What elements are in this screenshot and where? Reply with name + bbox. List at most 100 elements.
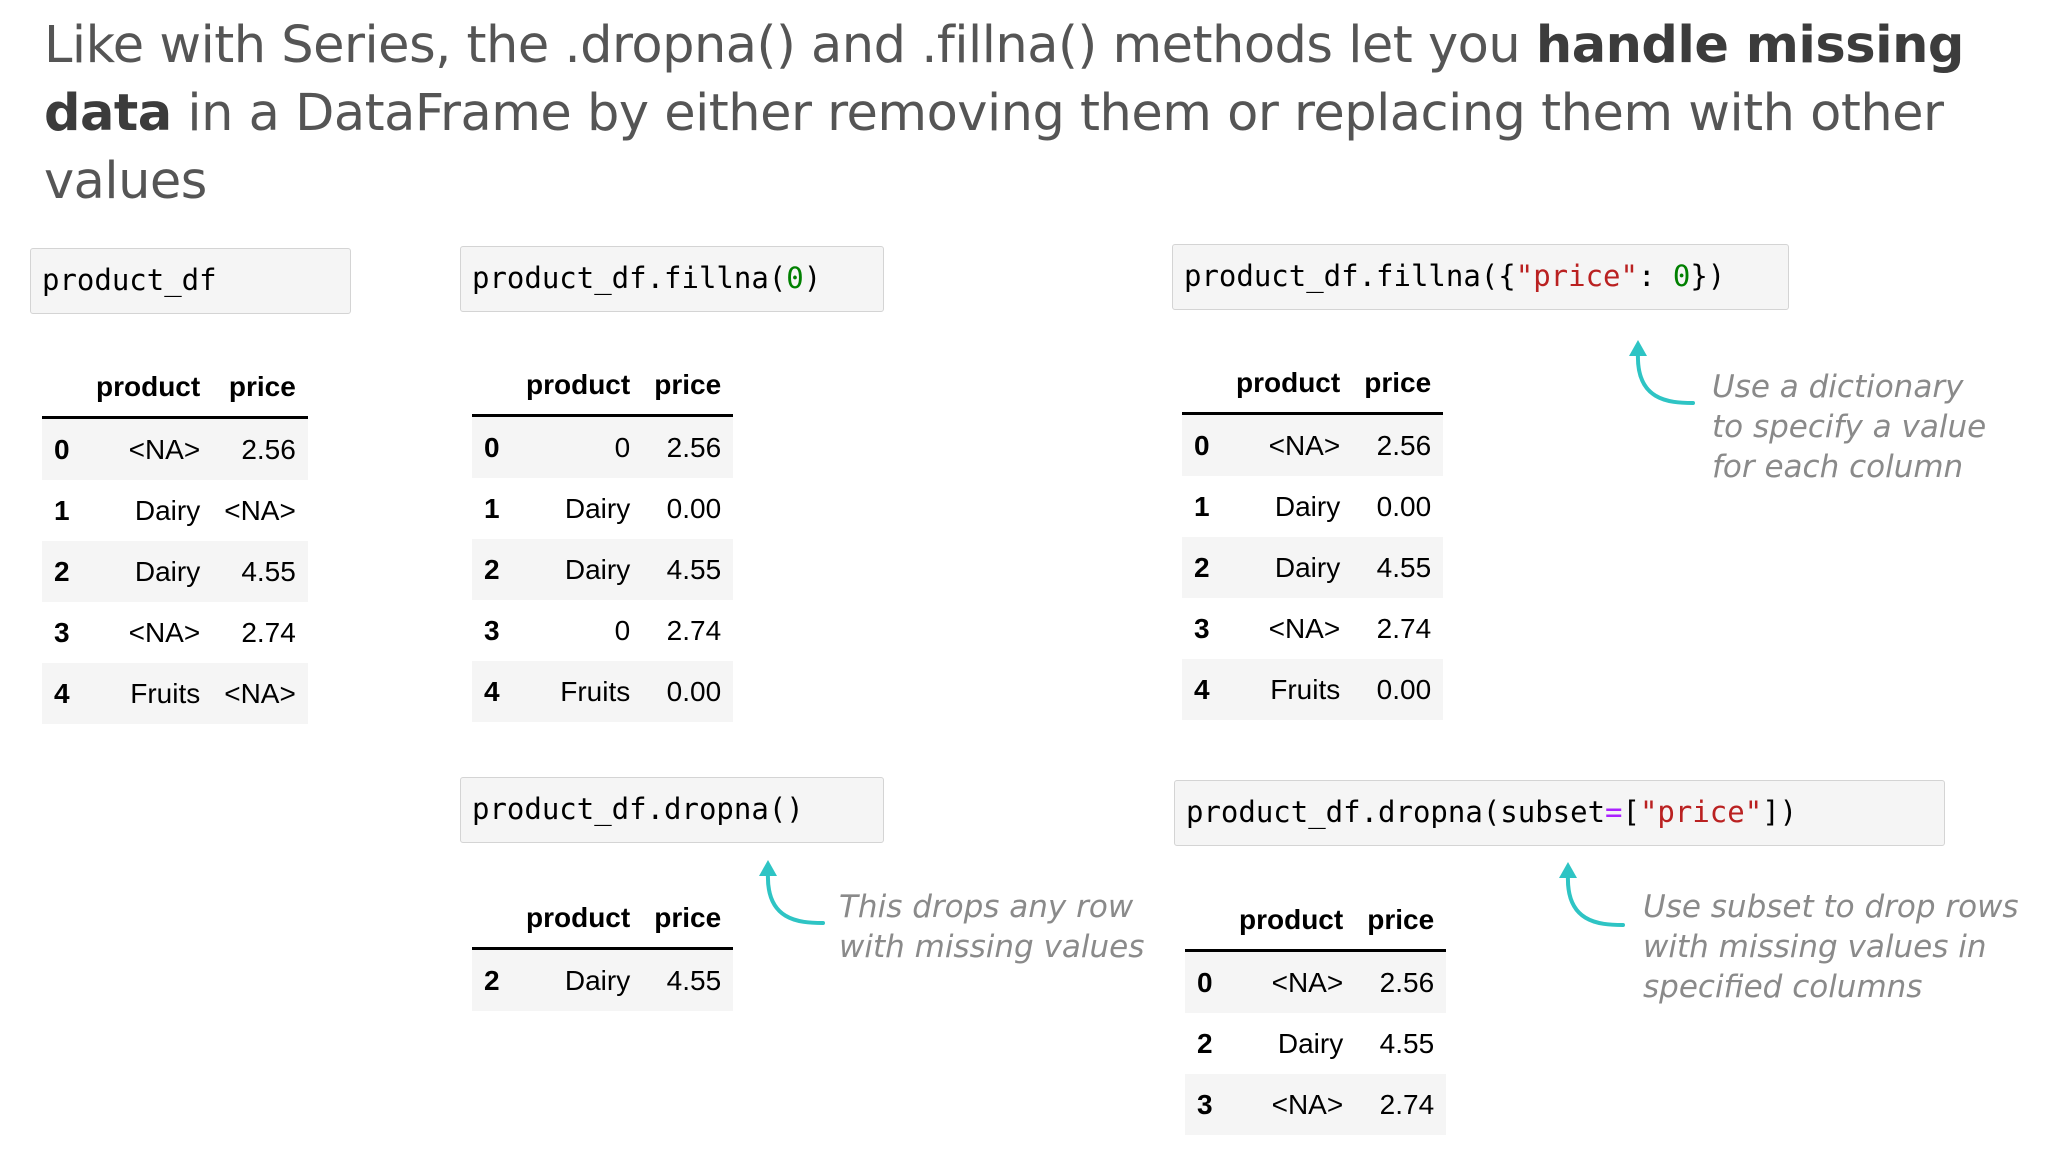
code-string-literal: "price"	[1639, 795, 1763, 829]
dataframe-dropna: product price 2 Dairy 4.55	[472, 893, 734, 1011]
code-text: :	[1637, 259, 1673, 293]
cell-product: <NA>	[128, 433, 201, 465]
code-operator: =	[1605, 795, 1623, 829]
cell-product: Dairy	[1274, 490, 1341, 522]
row-index: 1	[484, 492, 500, 524]
row-index: 0	[1194, 429, 1210, 461]
cell-price: 0.00	[666, 492, 722, 524]
table-row: 3 <NA> 2.74	[1182, 598, 1443, 659]
cell-product: <NA>	[1271, 1088, 1344, 1120]
row-index: 0	[54, 433, 70, 465]
cell-price: 2.56	[241, 433, 296, 465]
code-cell-fillna-zero[interactable]: product_df.fillna(0)	[460, 246, 884, 312]
cell-product: <NA>	[1268, 612, 1341, 644]
cell-price: 0.00	[1376, 490, 1432, 522]
row-index: 1	[54, 494, 70, 526]
cell-price: 2.56	[1376, 429, 1432, 461]
column-header: product	[1227, 895, 1356, 952]
column-header: price	[1355, 895, 1447, 952]
cell-price: 4.55	[666, 553, 722, 585]
note-line: Use a dictionary	[1712, 369, 1964, 405]
dataframe-original: product price 0 <NA> 2.56 1 Dairy <NA> 2 Dair…	[42, 362, 308, 724]
note-line: for each column	[1712, 449, 1964, 485]
cell-product: 0	[614, 614, 631, 646]
column-header: price	[642, 360, 734, 417]
cell-price: 4.55	[666, 964, 722, 996]
cell-product: <NA>	[1268, 429, 1341, 461]
code-cell-product-df[interactable]: product_df	[30, 248, 351, 314]
cell-price: 4.55	[241, 555, 296, 587]
code-cell-dropna[interactable]: product_df.dropna()	[460, 777, 884, 843]
code-text: })	[1690, 259, 1726, 293]
cell-price: 0.00	[1376, 673, 1432, 705]
row-index: 4	[484, 675, 500, 707]
table-row: 2 Dairy 4.55	[472, 539, 734, 600]
note-dropna: This drops any row with missing values	[839, 887, 1144, 967]
cell-price: <NA>	[224, 494, 296, 526]
dataframe-dropna-subset: product price 0 <NA> 2.56 2 Dairy 4.55 3 <NA>…	[1185, 895, 1447, 1135]
row-index: 3	[1194, 612, 1210, 644]
table-row: 2 Dairy 4.55	[472, 948, 734, 1011]
table-row: 4 Fruits <NA>	[42, 663, 308, 724]
column-header: product	[1224, 358, 1353, 415]
row-index: 0	[484, 431, 500, 463]
curved-arrow-icon	[1559, 862, 1625, 927]
table-row: 2 Dairy 4.55	[1185, 1013, 1446, 1074]
cell-product: 0	[614, 431, 631, 463]
dataframe-fillna-zero: product price 0 0 2.56 1 Dairy 0.00 2 Dairy 4.…	[472, 360, 734, 722]
note-dropna-subset: Use subset to drop rows with missing val…	[1643, 887, 2019, 1007]
table-row: 3 <NA> 2.74	[42, 602, 308, 663]
cell-product: Dairy	[564, 964, 631, 996]
cell-price: 4.55	[1376, 551, 1432, 583]
table-row: 4 Fruits 0.00	[1182, 659, 1444, 720]
cell-product: Dairy	[1274, 551, 1341, 583]
column-header: price	[1352, 358, 1444, 415]
table-row: 3 0 2.74	[472, 600, 733, 661]
table-row: 1 Dairy 0.00	[1182, 476, 1443, 537]
table-row: 2 Dairy 4.55	[42, 541, 308, 602]
note-line: to specify a value	[1712, 409, 1987, 445]
row-index: 3	[484, 614, 500, 646]
code-cell-fillna-dict[interactable]: product_df.fillna({"price": 0})	[1172, 244, 1789, 310]
cell-product: Dairy	[1277, 1027, 1344, 1059]
slide-headline: Like with Series, the .dropna() and .fil…	[44, 12, 2024, 216]
row-index: 4	[54, 677, 70, 709]
row-index: 2	[1194, 551, 1210, 583]
dataframe-fillna-dict: product price 0 <NA> 2.56 1 Dairy 0.00 2 Dair…	[1182, 358, 1444, 720]
cell-price: 2.56	[1379, 966, 1435, 998]
cell-price: 2.74	[241, 616, 296, 648]
cell-price: 4.55	[1379, 1027, 1435, 1059]
row-index: 3	[1197, 1088, 1213, 1120]
code-text: product_df.dropna(subset	[1186, 795, 1606, 829]
headline-rest: in a DataFrame by either removing them o…	[44, 84, 1944, 211]
note-line: Use subset to drop rows	[1643, 889, 2019, 925]
cell-product: Dairy	[134, 555, 201, 587]
code-number-literal: 0	[786, 261, 804, 295]
cell-product: Dairy	[134, 494, 201, 526]
note-fillna-dict: Use a dictionary to specify a value for …	[1712, 367, 1986, 487]
cell-product: Dairy	[564, 553, 631, 585]
column-header: product	[514, 893, 643, 950]
note-line: specified columns	[1643, 969, 1923, 1005]
curved-arrow-icon	[759, 860, 825, 925]
code-string-literal: "price"	[1515, 259, 1638, 293]
table-row: 1 Dairy <NA>	[42, 480, 308, 541]
cell-price: 2.56	[666, 431, 722, 463]
table-row: 0 <NA> 2.56	[42, 417, 308, 480]
code-cell-dropna-subset[interactable]: product_df.dropna(subset=["price"])	[1174, 780, 1945, 846]
table-row: 4 Fruits 0.00	[472, 661, 734, 722]
code-text: ])	[1762, 795, 1798, 829]
cell-price: <NA>	[224, 677, 296, 709]
index-header	[472, 360, 514, 417]
column-header: price	[642, 893, 734, 950]
table-row: 0 <NA> 2.56	[1185, 950, 1447, 1013]
index-header	[1185, 895, 1227, 952]
code-text: product_df.dropna()	[472, 792, 804, 826]
code-text: [	[1622, 795, 1640, 829]
cell-price: 2.74	[1376, 612, 1432, 644]
table-row: 1 Dairy 0.00	[472, 478, 733, 539]
note-line: This drops any row	[839, 889, 1134, 925]
headline-lead: Like with Series, the .dropna() and .fil…	[44, 16, 1536, 75]
code-number-literal: 0	[1672, 259, 1691, 293]
row-index: 2	[54, 555, 70, 587]
